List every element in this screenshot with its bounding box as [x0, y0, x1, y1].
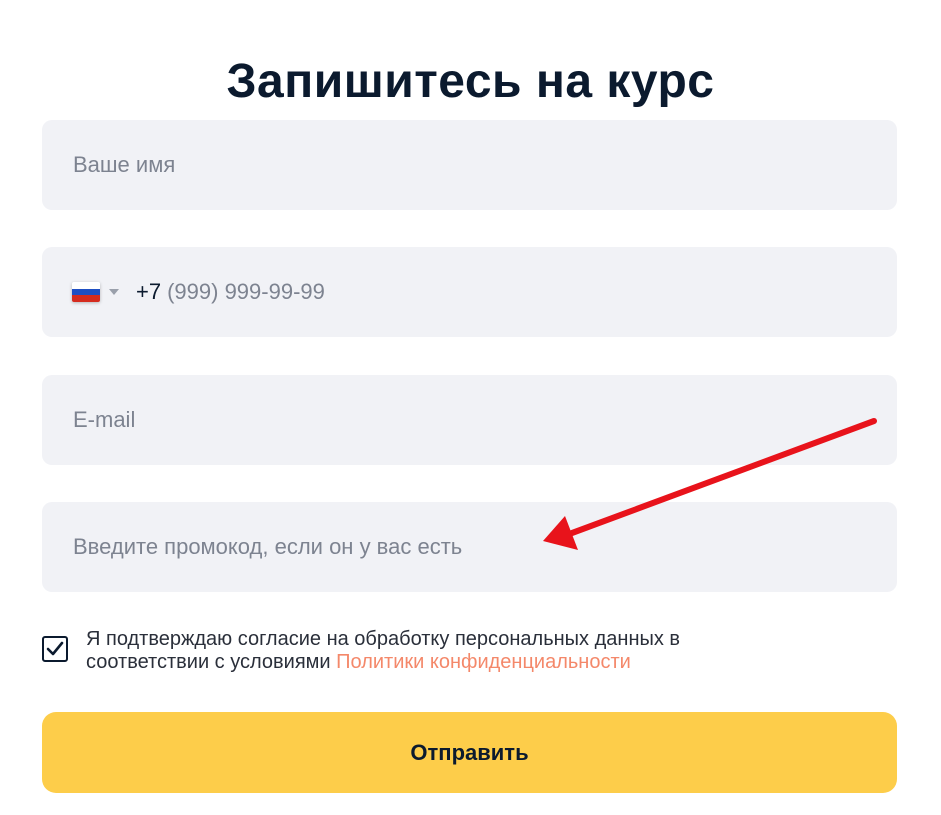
caret-down-icon[interactable] — [109, 289, 119, 295]
consent-text: Я подтверждаю согласие на обработку перс… — [86, 628, 806, 674]
privacy-policy-link[interactable]: Политики конфиденциальности — [336, 651, 631, 673]
email-field[interactable] — [42, 375, 897, 465]
promo-input[interactable] — [42, 502, 897, 592]
phone-placeholder[interactable]: (999) 999-99-99 — [167, 279, 325, 305]
consent-row: Я подтверждаю согласие на обработку перс… — [42, 628, 897, 678]
russia-flag-icon[interactable] — [72, 282, 100, 302]
consent-checkbox[interactable] — [42, 636, 68, 662]
checkmark-icon — [46, 641, 64, 656]
phone-row: +7 (999) 999-99-99 — [72, 247, 325, 337]
phone-field[interactable]: +7 (999) 999-99-99 — [42, 247, 897, 337]
email-input[interactable] — [42, 375, 897, 465]
submit-button[interactable]: Отправить — [42, 712, 897, 793]
name-input[interactable] — [42, 120, 897, 210]
name-field[interactable] — [42, 120, 897, 210]
phone-prefix: +7 — [136, 279, 162, 304]
promo-field[interactable] — [42, 502, 897, 592]
page-title: Запишитесь на курс — [226, 55, 715, 109]
